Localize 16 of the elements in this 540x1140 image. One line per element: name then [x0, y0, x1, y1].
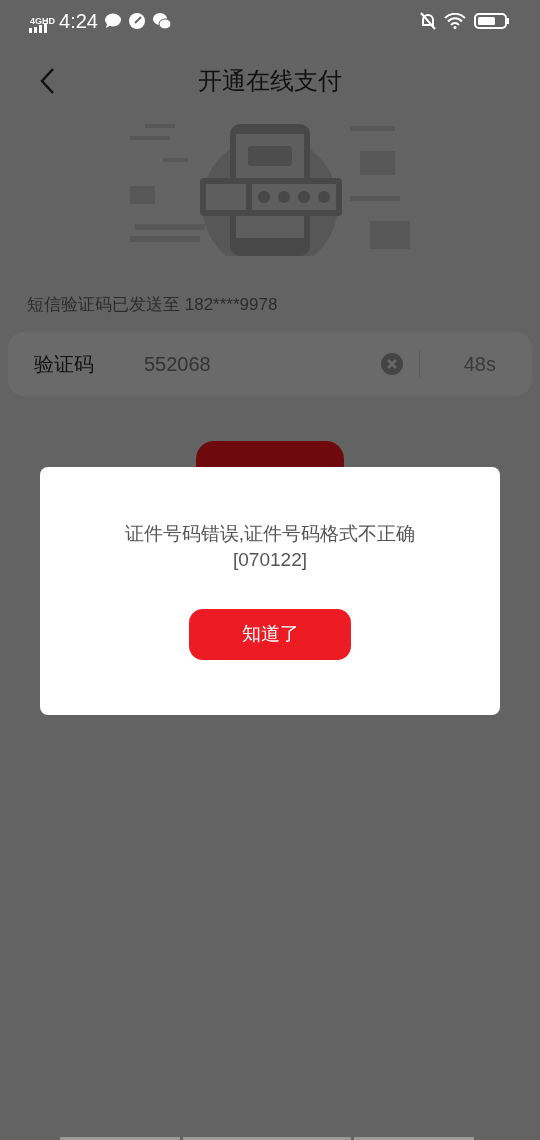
- clear-icon[interactable]: [380, 352, 403, 375]
- field-value: 552068: [144, 351, 212, 377]
- field-label: 验证码: [34, 351, 95, 377]
- page-title: 开通在线支付: [198, 66, 342, 96]
- back-chevron-icon: [39, 67, 55, 95]
- wifi-icon: [444, 13, 466, 29]
- chat-bubbles-icon: [151, 12, 172, 30]
- status-time: 4:24: [59, 9, 98, 34]
- dialog-message: [070122]: [233, 548, 307, 572]
- dialog-message: 证件号码错误,证件号码格式不正确: [124, 522, 416, 546]
- chat-bubble-icon: [103, 13, 122, 29]
- battery-icon: [474, 13, 510, 29]
- network-indicator: 4GHD: [30, 16, 55, 26]
- muted-bell-icon: [420, 12, 436, 30]
- signal-icon: [29, 23, 47, 33]
- confirm-button[interactable]: 知道了: [189, 609, 351, 660]
